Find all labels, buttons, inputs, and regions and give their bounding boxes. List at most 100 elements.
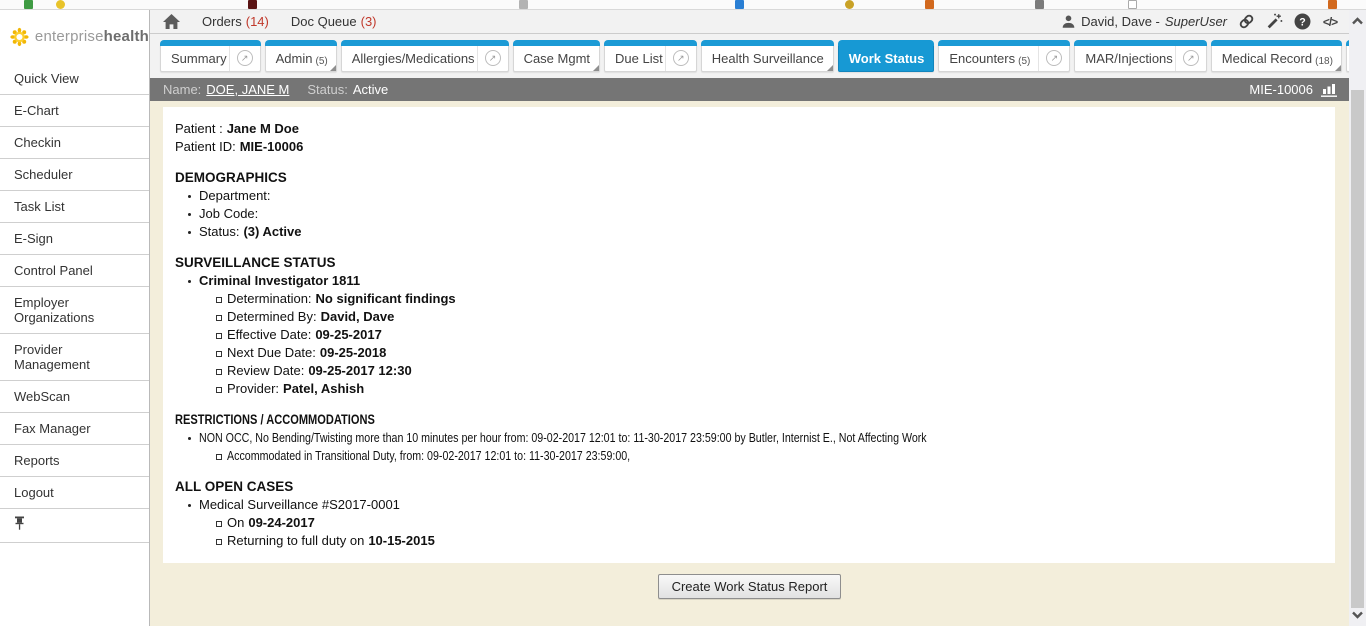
- tab-summary-popout[interactable]: ↗: [229, 41, 260, 71]
- section-title-demographics: DEMOGRAPHICS: [175, 169, 1325, 187]
- header-right: David, Dave - SuperUser: [1061, 13, 1349, 31]
- patient-id-badge: MIE-10006: [1249, 82, 1313, 97]
- sidebar-item-task-list[interactable]: Task List: [0, 191, 149, 223]
- patient-name-label: Name:: [163, 82, 201, 97]
- popout-icon: ↗: [237, 50, 253, 66]
- tab-case-mgmt[interactable]: Case Mgmt: [513, 41, 600, 72]
- sidebar-item-reports[interactable]: Reports: [0, 445, 149, 477]
- scrollbar-thumb[interactable]: [1351, 90, 1364, 608]
- doc-queue-count: (3): [361, 14, 377, 29]
- user-name: David, Dave -: [1081, 14, 1160, 29]
- scroll-down-button[interactable]: [1349, 606, 1366, 624]
- favicon: [1328, 0, 1337, 9]
- favicon: [1035, 0, 1044, 9]
- svg-text:?: ?: [1299, 16, 1305, 28]
- favicon: [845, 0, 854, 9]
- current-user[interactable]: David, Dave - SuperUser: [1061, 14, 1227, 29]
- tab-work-status[interactable]: Work Status: [838, 41, 935, 72]
- sidebar-pin-button[interactable]: [0, 509, 149, 543]
- help-icon: ?: [1294, 13, 1311, 30]
- tab-allergies-popout[interactable]: ↗: [477, 41, 508, 71]
- favicon: [24, 0, 33, 9]
- favicon: [1128, 0, 1137, 9]
- surveillance-determination: Determination:No significant findings: [175, 290, 1325, 308]
- tab-dropdown-indicator: [1335, 65, 1341, 71]
- sidebar-item-employer-organizations[interactable]: Employer Organizations: [0, 287, 149, 334]
- tab-due-list[interactable]: Due List ↗: [604, 41, 697, 72]
- tab-due-list-popout[interactable]: ↗: [665, 41, 696, 71]
- section-title-surveillance-status: SURVEILLANCE STATUS: [175, 254, 1325, 272]
- sidebar-item-provider-management[interactable]: Provider Management: [0, 334, 149, 381]
- sidebar-item-logout[interactable]: Logout: [0, 477, 149, 509]
- patient-line: Patient :Jane M Doe: [175, 120, 1325, 138]
- tab-mar-popout[interactable]: ↗: [1175, 41, 1206, 71]
- help-button[interactable]: ?: [1293, 13, 1311, 31]
- nav-orders[interactable]: Orders(14): [202, 14, 269, 29]
- sidebar-item-checkin[interactable]: Checkin: [0, 127, 149, 159]
- tab-dropdown-indicator: [593, 65, 599, 71]
- tab-dropdown-indicator: [330, 65, 336, 71]
- favicon: [735, 0, 744, 9]
- sidebar-item-scheduler[interactable]: Scheduler: [0, 159, 149, 191]
- wand-icon: [1266, 13, 1283, 30]
- surveillance-provider: Provider:Patel, Ashish: [175, 380, 1325, 398]
- link-icon: [1238, 13, 1255, 30]
- restriction-item: NON OCC, No Bending/Twisting more than 1…: [175, 429, 1325, 447]
- sidebar-item-control-panel[interactable]: Control Panel: [0, 255, 149, 287]
- patient-chart-button[interactable]: [1321, 82, 1339, 97]
- open-case-item: Medical Surveillance #S2017-0001: [175, 496, 1325, 514]
- tab-medical-record[interactable]: Medical Record (18): [1211, 41, 1342, 72]
- sidebar-item-fax-manager[interactable]: Fax Manager: [0, 413, 149, 445]
- scroll-up-button[interactable]: [1349, 12, 1366, 30]
- popout-icon: ↗: [1183, 50, 1199, 66]
- tab-admin[interactable]: Admin (5): [265, 41, 337, 72]
- patient-name-link[interactable]: DOE, JANE M: [206, 82, 289, 97]
- bar-chart-icon: [1321, 82, 1339, 97]
- patient-id-value: MIE-10006: [240, 139, 304, 154]
- sidebar-item-e-sign[interactable]: E-Sign: [0, 223, 149, 255]
- vertical-scrollbar[interactable]: [1349, 10, 1366, 626]
- chevron-up-icon: [1352, 17, 1363, 25]
- tab-allergies-medications[interactable]: Allergies/Medications ↗: [341, 41, 509, 72]
- code-button[interactable]: </>: [1321, 13, 1339, 31]
- nav-doc-queue[interactable]: Doc Queue(3): [291, 14, 377, 29]
- tab-encounters[interactable]: Encounters (5) ↗: [938, 41, 1070, 72]
- tab-health-surveillance[interactable]: Health Surveillance: [701, 41, 834, 72]
- sunflower-logo-icon: [10, 20, 29, 54]
- app-logo-text: enterprisehealth: [35, 28, 149, 45]
- tab-dropdown-indicator: [827, 65, 833, 71]
- sidebar-nav: Quick View E-Chart Checkin Scheduler Tas…: [0, 63, 150, 626]
- create-work-status-report-button[interactable]: Create Work Status Report: [658, 574, 842, 599]
- tab-summary[interactable]: Summary ↗: [160, 41, 261, 72]
- app-logo[interactable]: enterprisehealth: [0, 10, 150, 63]
- tab-encounters-popout[interactable]: ↗: [1038, 41, 1069, 71]
- favicon: [519, 0, 528, 9]
- patient-name-value: Jane M Doe: [227, 121, 299, 136]
- sidebar-item-e-chart[interactable]: E-Chart: [0, 95, 149, 127]
- work-status-report-card: Patient :Jane M Doe Patient ID:MIE-10006…: [163, 107, 1335, 563]
- user-icon: [1061, 14, 1076, 29]
- open-case-on-date: On09-24-2017: [175, 514, 1325, 532]
- demographics-status: Status:(3) Active: [175, 223, 1325, 241]
- chevron-down-icon: [1352, 611, 1363, 619]
- surveillance-case-title: Criminal Investigator 1811: [175, 272, 1325, 290]
- sidebar-item-webscan[interactable]: WebScan: [0, 381, 149, 413]
- surveillance-effective-date: Effective Date:09-25-2017: [175, 326, 1325, 344]
- restriction-accommodation: Accommodated in Transitional Duty, from:…: [175, 447, 1325, 465]
- surveillance-next-due-date: Next Due Date:09-25-2018: [175, 344, 1325, 362]
- app-window: enterprisehealth Orders(14) Doc Queue(3)…: [0, 0, 1366, 626]
- tab-mar-injections[interactable]: MAR/Injections ↗: [1074, 41, 1206, 72]
- orders-count: (14): [246, 14, 269, 29]
- link-button[interactable]: [1237, 13, 1255, 31]
- chart-tab-strip: Summary ↗ Admin (5) Allergies/Medication…: [150, 34, 1349, 78]
- wand-button[interactable]: [1265, 13, 1283, 31]
- work-status-panel: Patient :Jane M Doe Patient ID:MIE-10006…: [150, 101, 1349, 626]
- favicon: [248, 0, 257, 9]
- patient-banner: Name: DOE, JANE M Status: Active MIE-100…: [150, 78, 1349, 101]
- browser-bookmarks-bar: [0, 0, 1366, 10]
- section-title-restrictions: RESTRICTIONS / ACCOMMODATIONS: [175, 411, 1325, 429]
- home-button[interactable]: [163, 14, 180, 29]
- sidebar-item-quick-view[interactable]: Quick View: [0, 63, 149, 95]
- header-bar: Orders(14) Doc Queue(3) David, Dave - Su…: [150, 10, 1349, 34]
- surveillance-determined-by: Determined By:David, Dave: [175, 308, 1325, 326]
